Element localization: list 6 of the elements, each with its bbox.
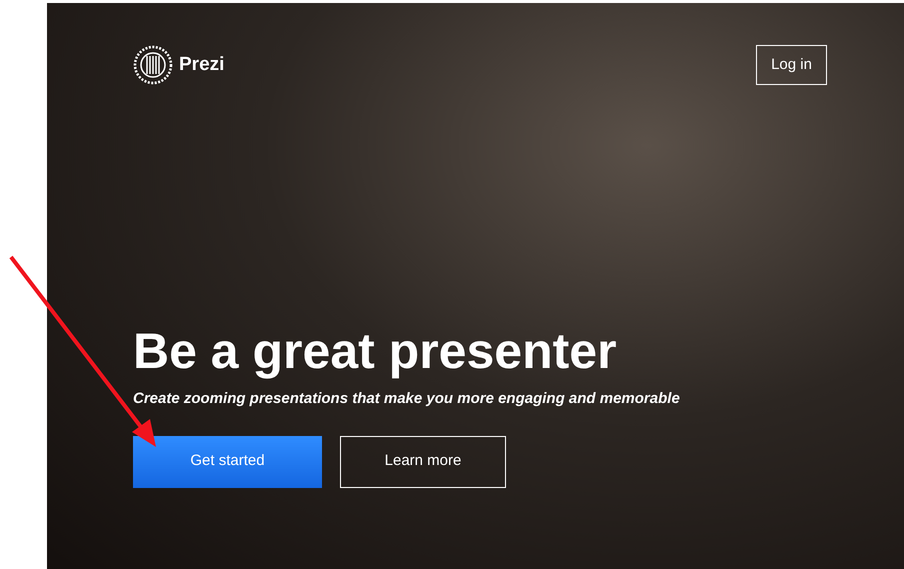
learn-more-button[interactable]: Learn more: [340, 436, 506, 488]
logo-icon: [133, 45, 173, 85]
login-button[interactable]: Log in: [756, 45, 827, 85]
get-started-button[interactable]: Get started: [133, 436, 322, 488]
logo-text: Prezi: [179, 52, 224, 77]
hero-subtitle: Create zooming presentations that make you more engaging and memorable: [133, 389, 681, 409]
